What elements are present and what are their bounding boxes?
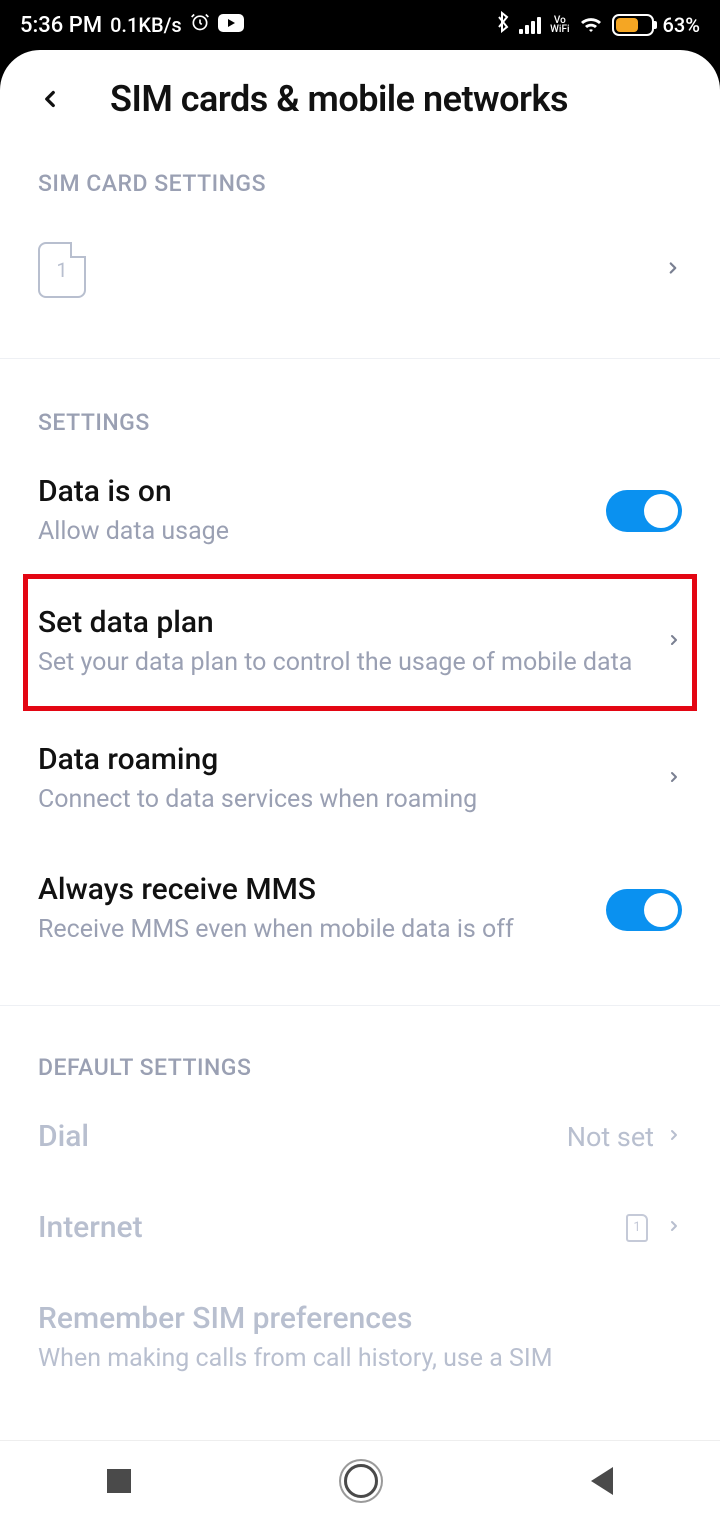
row-subtitle: Set your data plan to control the usage … xyxy=(38,646,646,680)
data-toggle[interactable] xyxy=(606,490,682,532)
nav-back-button[interactable] xyxy=(591,1467,613,1495)
nav-home-button[interactable] xyxy=(344,1464,378,1498)
internet-row[interactable]: Internet 1 xyxy=(38,1182,682,1273)
wifi-icon xyxy=(579,13,603,38)
data-roaming-row[interactable]: Data roaming Connect to data services wh… xyxy=(38,708,682,845)
row-subtitle: Allow data usage xyxy=(38,515,586,549)
battery-icon xyxy=(612,14,654,36)
row-title: Remember SIM preferences xyxy=(38,1301,662,1336)
row-title: Set data plan xyxy=(38,605,646,640)
set-data-plan-row[interactable]: Set data plan Set your data plan to cont… xyxy=(26,577,694,708)
row-title: Data is on xyxy=(38,474,586,509)
section-settings: SETTINGS xyxy=(38,409,682,436)
chevron-right-icon xyxy=(664,254,682,286)
circle-icon xyxy=(344,1464,378,1498)
remember-sim-row[interactable]: Remember SIM preferences When making cal… xyxy=(38,1273,682,1376)
page-title: SIM cards & mobile networks xyxy=(110,78,568,120)
back-button[interactable] xyxy=(30,79,70,119)
row-title: Data roaming xyxy=(38,742,646,777)
vowifi-icon: VoWiFi xyxy=(550,16,569,34)
status-net-speed: 0.1KB/s xyxy=(110,13,182,37)
youtube-icon xyxy=(218,13,244,38)
section-default-settings: DEFAULT SETTINGS xyxy=(38,1054,682,1081)
alarm-icon xyxy=(190,12,210,38)
row-subtitle: When making calls from call history, use… xyxy=(38,1342,662,1376)
chevron-right-icon xyxy=(666,764,682,794)
row-title: Always receive MMS xyxy=(38,872,586,907)
square-icon xyxy=(107,1469,131,1493)
mms-toggle[interactable] xyxy=(606,889,682,931)
mms-toggle-row[interactable]: Always receive MMS Receive MMS even when… xyxy=(38,844,682,975)
dial-value: Not set xyxy=(567,1121,654,1153)
chevron-right-icon xyxy=(666,1213,682,1243)
signal-icon xyxy=(519,16,541,34)
row-title: Dial xyxy=(38,1119,547,1154)
status-time: 5:36 PM xyxy=(20,13,102,38)
divider xyxy=(0,358,720,359)
row-subtitle: Receive MMS even when mobile data is off xyxy=(38,913,586,947)
battery-percent: 63% xyxy=(663,13,700,37)
row-title: Internet xyxy=(38,1210,606,1245)
chevron-right-icon xyxy=(666,627,682,657)
data-toggle-row[interactable]: Data is on Allow data usage xyxy=(38,446,682,577)
row-subtitle: Connect to data services when roaming xyxy=(38,783,646,817)
bluetooth-icon xyxy=(496,11,510,39)
status-bar: 5:36 PM 0.1KB/s VoWiFi xyxy=(0,0,720,50)
nav-recent-button[interactable] xyxy=(107,1469,131,1493)
section-sim-card-settings: SIM CARD SETTINGS xyxy=(38,170,682,197)
chevron-left-icon xyxy=(37,86,63,112)
dial-row[interactable]: Dial Not set xyxy=(38,1091,682,1182)
triangle-icon xyxy=(591,1467,613,1495)
divider xyxy=(0,1005,720,1006)
sim-card-icon: 1 xyxy=(38,242,86,298)
sim-slot-row[interactable]: 1 xyxy=(38,207,682,358)
chevron-right-icon xyxy=(666,1122,682,1152)
nav-bar xyxy=(0,1440,720,1520)
sim-mini-icon: 1 xyxy=(626,1214,648,1242)
sim-slot-number: 1 xyxy=(56,258,67,282)
